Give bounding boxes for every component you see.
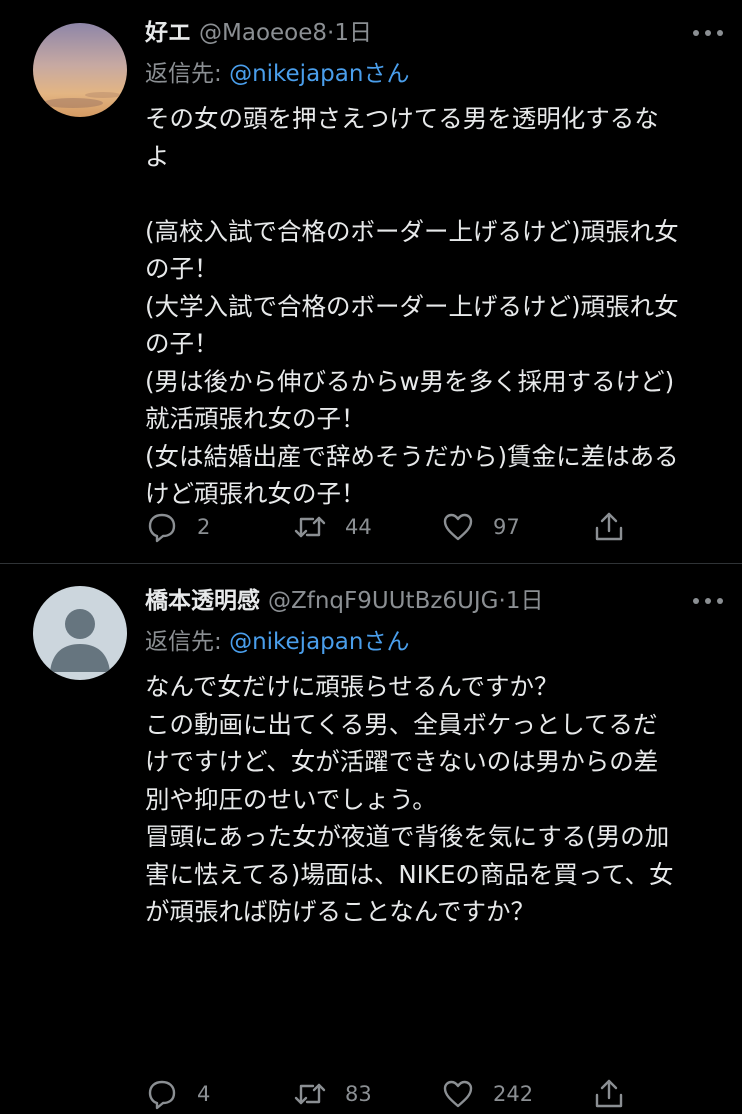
retweet-count: 83 [345, 1082, 372, 1106]
reply-mention-link[interactable]: @nikejapan [229, 61, 363, 87]
reply-mention-suffix[interactable]: さん [363, 61, 409, 87]
sunset-avatar-image [33, 23, 127, 117]
reply-button[interactable]: 4 [145, 1074, 210, 1114]
reply-to-label: 返信先: [145, 629, 230, 655]
avatar[interactable] [33, 586, 127, 680]
reply-to-line: 返信先: @nikejapanさん [145, 624, 728, 660]
tweet-text: なんで女だけに頑張らせるんですか？ この動画に出てくる男、全員ボケっとしてるだ … [145, 672, 674, 926]
reply-mention-link[interactable]: @nikejapan [229, 629, 363, 655]
default-avatar-icon [33, 586, 127, 680]
tweet-actions: 4 83 242 [145, 1074, 742, 1114]
retweet-button[interactable]: 44 [293, 507, 372, 547]
tweet[interactable]: 好エ @Maoeoe8·1日 返信先: @nikejapanさん その女の頭を押さ… [0, 0, 742, 563]
tweet-header: 橋本透明感 @ZfnqF9UUtBz6UJG·1日 [145, 584, 728, 618]
like-count: 97 [493, 515, 520, 539]
reply-button[interactable]: 2 [145, 507, 210, 547]
share-icon [592, 510, 626, 544]
avatar[interactable] [33, 23, 127, 117]
retweet-icon [293, 510, 327, 544]
reply-to-line: 返信先: @nikejapanさん [145, 56, 728, 92]
tweet-text: その女の頭を押さえつけてる男を透明化するな よ (高校入試で合格のボーダー上げる… [145, 104, 679, 508]
timestamp[interactable]: 1日 [334, 20, 372, 46]
separator-dot: · [498, 588, 506, 614]
tweet-actions: 2 44 97 [145, 507, 742, 547]
share-icon [592, 1077, 626, 1111]
like-count: 242 [493, 1082, 534, 1106]
more-icon[interactable] [688, 584, 728, 618]
user-handle[interactable]: @ZfnqF9UUtBz6UJG [268, 588, 499, 614]
share-button[interactable] [592, 1074, 626, 1114]
display-name[interactable]: 橋本透明感 [145, 588, 260, 614]
heart-icon [441, 1077, 475, 1111]
display-name[interactable]: 好エ [145, 20, 191, 46]
retweet-button[interactable]: 83 [293, 1074, 372, 1114]
user-handle[interactable]: @Maoeoe8 [199, 20, 327, 46]
reply-to-label: 返信先: [145, 61, 230, 87]
reply-icon [145, 510, 179, 544]
timestamp[interactable]: 1日 [506, 588, 544, 614]
retweet-icon [293, 1077, 327, 1111]
reply-mention-suffix[interactable]: さん [363, 629, 409, 655]
heart-icon [441, 510, 475, 544]
like-button[interactable]: 97 [441, 507, 520, 547]
tweet[interactable]: 橋本透明感 @ZfnqF9UUtBz6UJG·1日 返信先: @nikejapan… [0, 563, 742, 1110]
like-button[interactable]: 242 [441, 1074, 533, 1114]
reply-count: 4 [197, 1082, 211, 1106]
reply-icon [145, 1077, 179, 1111]
share-button[interactable] [592, 507, 626, 547]
more-icon[interactable] [688, 16, 728, 50]
reply-count: 2 [197, 515, 211, 539]
tweet-header: 好エ @Maoeoe8·1日 [145, 16, 728, 50]
retweet-count: 44 [345, 515, 372, 539]
